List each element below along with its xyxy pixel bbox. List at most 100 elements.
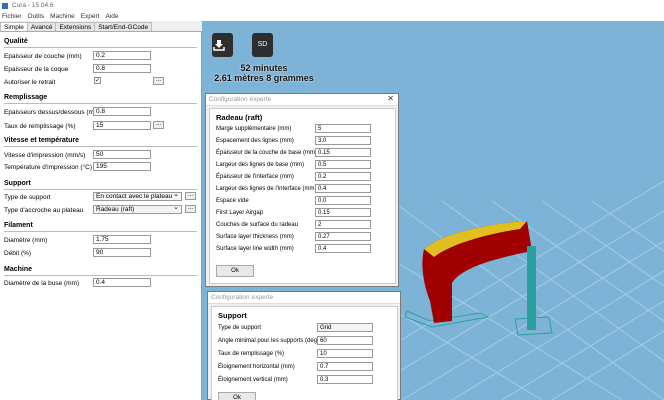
support-type-settings-button[interactable]: ... [185, 192, 196, 200]
support-dialog-body: Support Type de support Grid Angle minim… [211, 306, 398, 400]
retraction-checkbox[interactable]: ✓ [94, 77, 101, 84]
retraction-label: Autoriser le retrait [4, 79, 56, 86]
bottom-top-thickness-input[interactable]: 0.8 [93, 107, 151, 116]
divider [4, 103, 197, 104]
menu-aide[interactable]: Aide [104, 13, 123, 20]
raft-field-label: Épaisseur de la couche de base (mm) [216, 150, 318, 156]
bottom-top-thickness-label: Epaisseurs dessus/dessous (mm) [4, 109, 102, 116]
section-support-title: Support [4, 180, 31, 187]
sd-card-label: SD [257, 41, 268, 48]
support-field-input[interactable]: 0.7 [317, 362, 373, 371]
load-icon[interactable] [212, 33, 233, 57]
raft-field-input[interactable]: 0.15 [315, 148, 371, 157]
section-fill-title: Remplissage [4, 94, 48, 101]
fill-settings-button[interactable]: ... [153, 121, 164, 129]
raft-field-label: Épaisseur de l'interface (mm) [216, 174, 294, 180]
filament-diameter-input[interactable]: 1.75 [93, 235, 151, 244]
raft-field-label: Surface layer thickness (mm) [216, 234, 294, 240]
raft-field-input[interactable]: 5 [315, 124, 371, 133]
raft-heading: Radeau (raft) [216, 113, 263, 122]
support-field-label: Angle minimal pour les supports (deg) [218, 338, 320, 344]
support-field-input[interactable]: 60 [317, 336, 373, 345]
section-machine-title: Machine [4, 266, 33, 273]
raft-field-input[interactable]: 0.5 [315, 160, 371, 169]
raft-field-label: Couches de surface du radeau [216, 222, 299, 228]
support-field-label: Type de support [218, 325, 262, 331]
window-title: Cura - 15.04.6 [12, 2, 54, 9]
raft-ok-button[interactable]: Ok [216, 265, 254, 277]
raft-dialog-body: Radeau (raft) Marge supplémentaire (mm) … [209, 108, 396, 284]
filament-diameter-label: Diamètre (mm) [4, 237, 48, 244]
raft-field-input[interactable]: 2 [315, 220, 371, 229]
divider [4, 146, 197, 147]
print-temp-input[interactable]: 195 [93, 162, 151, 171]
3d-viewport[interactable]: SD 52 minutes 2.61 mètres 8 grammes Conf… [202, 21, 664, 400]
fill-density-input[interactable]: 15 [93, 121, 151, 130]
support-type-select[interactable]: En contact avec le plateau [93, 191, 182, 201]
tab-simple[interactable]: Simple [0, 22, 28, 31]
divider [4, 47, 197, 48]
printed-model[interactable] [404, 221, 553, 336]
shell-thickness-label: Epaisseur de la coque [4, 66, 69, 73]
support-heading: Support [218, 311, 247, 320]
raft-field-label: Espacement des lignes (mm) [216, 138, 294, 144]
raft-expert-dialog: Configuration experte ✕ Radeau (raft) Ma… [205, 93, 399, 287]
nozzle-size-input[interactable]: 0.4 [93, 278, 151, 287]
raft-field-label: First Layer Airgap [216, 210, 264, 216]
fill-density-label: Taux de remplissage (%) [4, 123, 76, 130]
raft-field-input[interactable]: 0.4 [315, 244, 371, 253]
menu-bar: Fichier Outils Machine Expert Aide [0, 11, 664, 21]
print-speed-input[interactable]: 50 [93, 150, 151, 159]
raft-field-label: Espace vide [216, 198, 249, 204]
support-dialog-title: Configuration experte [208, 292, 400, 304]
close-icon[interactable]: ✕ [387, 94, 394, 103]
settings-tabs: Simple Avancé Extensions Start/End-GCode [0, 22, 202, 32]
raft-field-label: Largeur des lignes de l'interface (mm) [216, 186, 317, 192]
settings-panel: Qualité Epaisseur de couche (mm) 0.2 Epa… [0, 32, 202, 400]
material-usage: 2.61 mètres 8 grammes [214, 73, 314, 83]
cura-app-icon [2, 2, 8, 9]
raft-dialog-title: Configuration experte [206, 94, 398, 106]
raft-field-input[interactable]: 0.2 [315, 172, 371, 181]
support-field-label: Éloignement horizontal (mm) [218, 364, 295, 370]
adhesion-type-select[interactable]: Radeau (raft) [93, 204, 182, 214]
flow-input[interactable]: 90 [93, 248, 151, 257]
section-quality-title: Qualité [4, 38, 28, 45]
layer-height-input[interactable]: 0.2 [93, 51, 151, 60]
raft-field-input[interactable]: 0.27 [315, 232, 371, 241]
shell-thickness-input[interactable]: 0.8 [93, 64, 151, 73]
raft-field-label: Marge supplémentaire (mm) [216, 126, 292, 132]
support-field-input[interactable]: 10 [317, 349, 373, 358]
nozzle-size-label: Diamètre de la buse (mm) [4, 280, 80, 287]
support-expert-dialog: Configuration experte Support Type de su… [207, 291, 401, 400]
raft-field-input[interactable]: 0.15 [315, 208, 371, 217]
flow-label: Débit (%) [4, 250, 32, 257]
raft-field-input[interactable]: 0.4 [315, 184, 371, 193]
retraction-settings-button[interactable]: ... [153, 77, 164, 85]
menu-machine[interactable]: Machine [48, 13, 79, 20]
title-bar: Cura - 15.04.6 [0, 0, 664, 11]
print-speed-label: Vitesse d'impression (mm/s) [4, 152, 86, 159]
raft-field-input[interactable]: 3.0 [315, 136, 371, 145]
tab-start-end-gcode[interactable]: Start/End-GCode [94, 22, 153, 31]
adhesion-type-label: Type d'accroche au plateau [4, 207, 84, 214]
support-type-select[interactable]: Grid [317, 323, 373, 332]
adhesion-settings-button[interactable]: ... [185, 205, 196, 213]
support-field-label: Éloignement vertical (mm) [218, 377, 288, 383]
print-temp-label: Température d'impression (°C) [4, 164, 93, 171]
layer-height-label: Epaisseur de couche (mm) [4, 53, 82, 60]
section-speed-title: Vitesse et température [4, 137, 79, 144]
menu-fichier[interactable]: Fichier [0, 13, 26, 20]
divider [4, 231, 197, 232]
support-ok-button[interactable]: Ok [218, 392, 256, 400]
save-to-sd-button[interactable]: SD [252, 33, 273, 57]
support-type-label: Type de support [4, 194, 51, 201]
tab-extensions[interactable]: Extensions [55, 22, 96, 31]
menu-expert[interactable]: Expert [79, 13, 104, 20]
tab-avance[interactable]: Avancé [26, 22, 57, 31]
support-field-input[interactable]: 0.3 [317, 375, 373, 384]
section-filament-title: Filament [4, 222, 33, 229]
menu-outils[interactable]: Outils [26, 13, 49, 20]
raft-field-input[interactable]: 0.0 [315, 196, 371, 205]
raft-field-label: Surface layer line width (mm) [216, 246, 294, 252]
